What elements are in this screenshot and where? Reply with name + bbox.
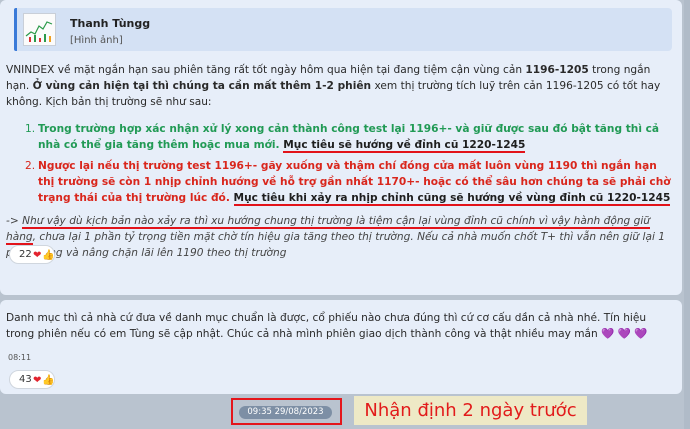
heart-icon: ❤ bbox=[33, 375, 42, 386]
date-separator-pill: 09:35 29/08/2023 bbox=[239, 406, 332, 419]
chart-thumbnail-icon bbox=[24, 14, 55, 45]
quote-type-label: [Hình ảnh] bbox=[70, 35, 123, 46]
quote-accent-bar bbox=[14, 8, 17, 51]
thumbs-up-icon: 👍 bbox=[42, 250, 55, 261]
scenario-list: 1. Trong trường hợp xác nhận xử lý xong c… bbox=[25, 121, 674, 206]
reaction-pill[interactable]: 43 ❤ 👍 bbox=[9, 370, 55, 389]
timestamp-annotation-box: 09:35 29/08/2023 bbox=[231, 398, 342, 425]
conclusion-text: -> Như vậy dù kịch bản nào xảy ra thì xu… bbox=[6, 215, 665, 259]
message-intro-text: VNINDEX về mặt ngắn hạn sau phiên tăng r… bbox=[6, 64, 661, 108]
reaction-count: 43 bbox=[19, 374, 32, 385]
thumbs-up-icon: 👍 bbox=[42, 375, 55, 386]
target-highlight-2: Mục tiêu khi xảy ra nhịp chỉnh cũng sẽ h… bbox=[233, 192, 671, 206]
quoted-message[interactable]: Thanh Tùngg [Hình ảnh] bbox=[14, 8, 672, 51]
message-time: 08:11 bbox=[8, 353, 32, 362]
annotation-note: Nhận định 2 ngày trước bbox=[354, 396, 587, 425]
heart-icon: ❤ bbox=[33, 250, 42, 261]
message-bubble-analysis: Thanh Tùngg [Hình ảnh] VNINDEX về mặt ng… bbox=[0, 0, 682, 295]
scrollbar[interactable] bbox=[684, 0, 690, 429]
message-text: Danh mục thì cả nhà cứ đưa về danh mục c… bbox=[6, 312, 648, 340]
reaction-count: 22 bbox=[19, 249, 32, 260]
message-bubble-portfolio: Danh mục thì cả nhà cứ đưa về danh mục c… bbox=[0, 300, 682, 394]
quote-author: Thanh Tùngg bbox=[70, 17, 151, 30]
quoted-image-thumbnail[interactable] bbox=[23, 13, 56, 46]
list-item: 1. Trong trường hợp xác nhận xử lý xong c… bbox=[25, 123, 660, 153]
target-highlight-1: Mục tiêu sẽ hướng về đỉnh cũ 1220-1245 bbox=[283, 139, 526, 153]
reaction-pill[interactable]: 22 ❤ 👍 bbox=[9, 245, 55, 264]
list-item: 2. Ngược lại nếu thị trường test 1196+- g… bbox=[25, 160, 671, 206]
